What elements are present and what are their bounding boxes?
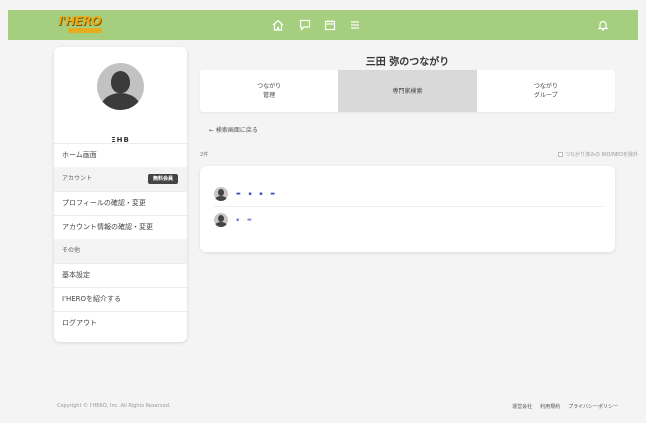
tab-connection-groups[interactable]: つながり グループ: [477, 70, 615, 112]
sidebar-item-label: プロフィールの確認・変更: [62, 199, 146, 207]
footer-link-terms[interactable]: 利用規約: [540, 403, 560, 410]
sidebar-item-account-info[interactable]: アカウント情報の確認・変更: [54, 215, 187, 239]
exclude-connected-checkbox[interactable]: つながり済みの RIO/NEOを除外: [558, 151, 638, 158]
exclude-label: つながり済みの RIO/NEOを除外: [565, 152, 638, 158]
top-navbar: I'HERO: [8, 10, 638, 40]
sidebar-item-logout[interactable]: ログアウト: [54, 311, 187, 335]
logo[interactable]: I'HERO: [58, 14, 110, 36]
sidebar-item-label: ホーム画面: [62, 151, 97, 159]
sidebar: ΞΗΒ ホーム画面 アカウント 無料会員 プロフィールの確認・変更 アカウント情…: [54, 47, 187, 342]
chat-icon[interactable]: [298, 18, 312, 32]
avatar: [97, 63, 144, 110]
home-icon[interactable]: [271, 18, 285, 32]
avatar: [214, 213, 228, 227]
tab-label: 専門家検索: [392, 87, 423, 95]
footer-copyright: Copyright © I'HERO, Inc. All Rights Rese…: [57, 403, 171, 409]
sidebar-item-home[interactable]: ホーム画面: [54, 143, 187, 167]
logo-text: I'HERO: [58, 14, 101, 28]
page-title: 三田 弥のつながり: [365, 57, 450, 68]
result-name-masked: ▪ ▬: [236, 217, 255, 223]
sidebar-item-label: 基本設定: [62, 271, 90, 279]
list-item[interactable]: ▬ ▪ ▪ ▬: [214, 183, 604, 205]
result-count: 2件: [200, 152, 209, 158]
bell-icon[interactable]: [596, 18, 610, 32]
sidebar-section-account: アカウント 無料会員: [54, 167, 187, 191]
sidebar-item-profile[interactable]: プロフィールの確認・変更: [54, 191, 187, 215]
result-name-masked: ▬ ▪ ▪ ▬: [236, 191, 278, 197]
divider: [214, 206, 604, 207]
footer-link-company[interactable]: 運営会社: [512, 403, 532, 410]
sidebar-section-label: アカウント: [62, 175, 93, 182]
membership-badge: 無料会員: [147, 174, 178, 184]
sidebar-item-label: アカウント情報の確認・変更: [62, 223, 153, 231]
calendar-icon[interactable]: [323, 18, 337, 32]
list-item[interactable]: ▪ ▬: [214, 209, 604, 231]
avatar: [214, 187, 228, 201]
sidebar-item-refer[interactable]: I'HEROを紹介する: [54, 287, 187, 311]
tab-bar: つながり 管理 専門家検索 つながり グループ: [200, 70, 615, 112]
checkbox-box[interactable]: [558, 152, 563, 157]
sidebar-section-label: その他: [62, 247, 81, 254]
logo-subtitle-mark: [68, 28, 102, 33]
menu-icon[interactable]: [348, 18, 362, 32]
sidebar-item-label: I'HEROを紹介する: [62, 295, 122, 303]
sidebar-item-settings[interactable]: 基本設定: [54, 263, 187, 287]
tab-expert-search[interactable]: 専門家検索: [338, 70, 477, 112]
sidebar-section-other: その他: [54, 239, 187, 263]
footer-links: 運営会社 利用規約 プライバシーポリシー: [512, 403, 618, 410]
results-card: ▬ ▪ ▪ ▬ ▪ ▬: [200, 166, 615, 252]
footer-link-privacy[interactable]: プライバシーポリシー: [568, 403, 618, 410]
sidebar-item-label: ログアウト: [62, 319, 97, 327]
tab-connections-manage[interactable]: つながり 管理: [200, 70, 338, 112]
back-to-search-link[interactable]: ← 検索画面に戻る: [209, 125, 258, 134]
tab-label: つながり 管理: [257, 83, 282, 99]
tab-label: つながり グループ: [533, 83, 558, 99]
